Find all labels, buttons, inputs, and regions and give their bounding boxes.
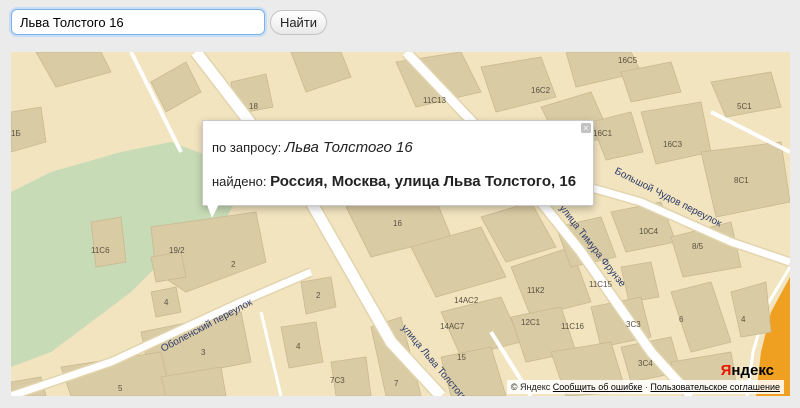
house-number: 3С4 bbox=[638, 359, 653, 368]
house-number: 5 bbox=[118, 384, 123, 393]
geocode-balloon: × по запросу: Льва Толстого 16 найдено: … bbox=[202, 120, 594, 206]
house-number: 12С1 bbox=[521, 318, 541, 327]
house-number: 2 bbox=[316, 291, 321, 300]
query-value: Льва Толстого 16 bbox=[284, 139, 413, 156]
house-number: 1Б bbox=[11, 129, 21, 138]
house-number: 16С3 bbox=[663, 140, 683, 149]
balloon-pointer bbox=[206, 202, 220, 218]
house-number: 16С5 bbox=[618, 56, 638, 65]
house-number: 5С1 bbox=[737, 102, 752, 111]
house-number: 16 bbox=[393, 219, 402, 228]
house-number: 8/5 bbox=[692, 242, 704, 251]
house-number: 3С3 bbox=[626, 320, 641, 329]
copyright-bar: © Яндекс Сообщить об ошибке · Пользовате… bbox=[506, 380, 784, 394]
house-number: 11С13 bbox=[423, 96, 447, 105]
house-number: 4 bbox=[164, 298, 169, 307]
separator: · bbox=[644, 382, 648, 392]
query-label: по запросу: bbox=[212, 140, 285, 155]
house-number: 4 bbox=[296, 342, 301, 351]
house-number: 11К2 bbox=[527, 286, 545, 295]
house-number: 8С1 bbox=[734, 176, 749, 185]
house-number: 3 bbox=[201, 348, 206, 357]
house-number: 11С15 bbox=[589, 280, 613, 289]
house-number: 7 bbox=[394, 379, 399, 388]
house-number: 19/2 bbox=[169, 246, 185, 255]
copyright-text: © Яндекс bbox=[510, 382, 551, 392]
house-number: 11С6 bbox=[91, 246, 110, 255]
house-number: 11С16 bbox=[561, 322, 585, 331]
yandex-logo: Яндекс bbox=[720, 362, 774, 379]
house-number: 15 bbox=[457, 353, 466, 362]
search-button[interactable]: Найти bbox=[270, 10, 327, 35]
house-number: 4 bbox=[741, 315, 746, 324]
house-number: 10С4 bbox=[639, 227, 659, 236]
house-number: 16С1 bbox=[593, 129, 613, 138]
house-number: 2 bbox=[231, 260, 236, 269]
map-canvas[interactable]: Большой Чудов переулок улица Тимура Фрун… bbox=[11, 52, 790, 396]
house-number: 14АС2 bbox=[454, 296, 479, 305]
search-input[interactable] bbox=[11, 9, 265, 35]
house-number: 16С2 bbox=[531, 86, 551, 95]
found-label: найдено: bbox=[212, 174, 271, 189]
found-address: Россия, Москва, улица Льва Толстого, 16 bbox=[270, 173, 577, 190]
house-number: 14АС7 bbox=[440, 322, 465, 331]
house-number: 7С3 bbox=[330, 376, 345, 385]
found-line: найдено: Россия, Москва, улица Льва Толс… bbox=[212, 173, 576, 190]
house-number: 6 bbox=[679, 315, 684, 324]
search-bar: Найти bbox=[0, 0, 800, 52]
query-line: по запросу: Льва Толстого 16 bbox=[212, 139, 413, 156]
close-icon[interactable]: × bbox=[581, 123, 591, 133]
report-error-link[interactable]: Сообщить об ошибке bbox=[553, 382, 643, 392]
user-agreement-link[interactable]: Пользовательское соглашение bbox=[650, 382, 780, 392]
map[interactable]: Большой Чудов переулок улица Тимура Фрун… bbox=[11, 52, 790, 396]
house-number: 18 bbox=[249, 102, 258, 111]
